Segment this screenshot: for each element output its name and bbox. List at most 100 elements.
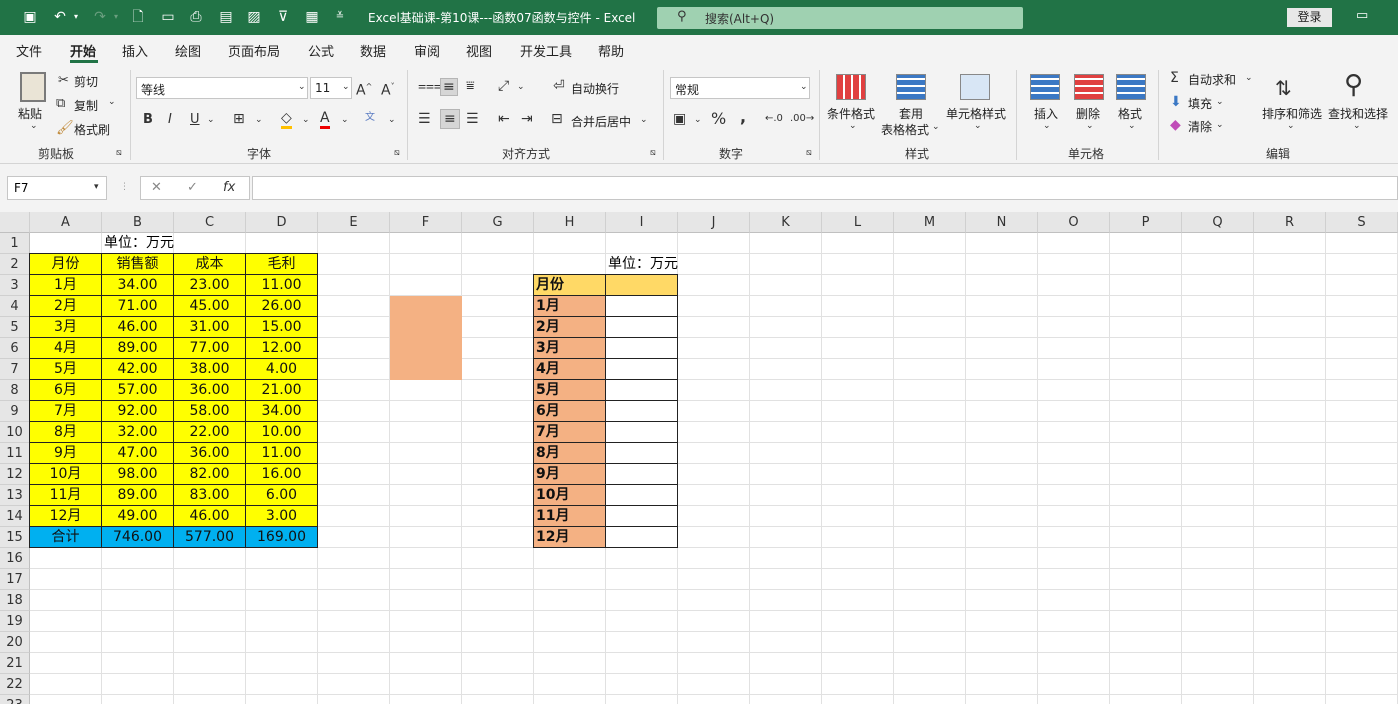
table-cell[interactable]: 12月 [29,505,102,527]
paste-dropdown-icon[interactable]: ⌄ [30,121,38,131]
table-icon[interactable]: ▦ [302,7,322,27]
undo-dropdown-icon[interactable]: ▾ [66,7,86,27]
right-table-month[interactable]: 9月 [533,463,606,485]
table-cell[interactable]: 71.00 [101,295,174,317]
format-painter-icon[interactable]: 🖌 [56,120,74,136]
conditional-format-dropdown-icon[interactable]: ⌄ [849,121,857,131]
row-header-16[interactable]: 16 [0,548,30,569]
underline-dropdown-icon[interactable]: ⌄ [207,115,215,125]
ribbon-display-icon[interactable]: ▭ [1356,8,1368,23]
format-dropdown-icon[interactable]: ⌄ [1128,121,1136,131]
delete-cells-button[interactable]: 删除 [1076,105,1100,122]
phonetic-icon[interactable]: 文 [365,110,375,126]
column-header-G[interactable]: G [462,212,534,233]
orientation-icon[interactable]: ⤢ [498,78,509,94]
row-header-18[interactable]: 18 [0,590,30,611]
row-header-9[interactable]: 9 [0,401,30,422]
right-unit-label[interactable]: 单位：万元 [608,254,678,275]
column-header-E[interactable]: E [318,212,390,233]
number-format-select[interactable]: 常规 [670,77,810,99]
table-cell[interactable]: 4.00 [245,358,318,380]
row-header-3[interactable]: 3 [0,275,30,296]
accounting-icon[interactable]: ▣ [673,111,686,127]
table-header-cell[interactable]: 成本 [173,253,246,275]
font-launcher-icon[interactable]: ⧅ [394,148,400,158]
table-cell[interactable]: 89.00 [101,337,174,359]
conditional-format-icon[interactable] [836,74,866,100]
table-cell[interactable]: 10.00 [245,421,318,443]
right-table-month[interactable]: 7月 [533,421,606,443]
table-cell[interactable]: 23.00 [173,274,246,296]
cut-button[interactable]: 剪切 [74,73,98,90]
align-bottom-icon[interactable]: ⩸ [466,78,475,94]
column-header-D[interactable]: D [246,212,318,233]
name-box[interactable]: F7 [7,176,107,200]
table-cell[interactable]: 46.00 [101,316,174,338]
formula-input[interactable] [252,176,1398,200]
cut-icon[interactable]: ✂ [58,73,69,89]
autosum-dropdown-icon[interactable]: ⌄ [1245,73,1253,83]
insert-cells-button[interactable]: 插入 [1034,105,1058,122]
table-cell[interactable]: 89.00 [101,484,174,506]
table-cell[interactable]: 21.00 [245,379,318,401]
row-header-21[interactable]: 21 [0,653,30,674]
right-table-month[interactable]: 10月 [533,484,606,506]
font-size-dropdown-icon[interactable]: ⌄ [342,82,350,92]
phonetic-dropdown-icon[interactable]: ⌄ [388,115,396,125]
right-table-value[interactable] [605,463,678,485]
highlighted-cell-block[interactable] [390,296,462,380]
underline-button[interactable]: U [190,112,200,128]
table-cell[interactable]: 6.00 [245,484,318,506]
tab-help[interactable]: 帮助 [598,41,624,60]
table-cell[interactable]: 10月 [29,463,102,485]
total-cell[interactable]: 746.00 [101,526,174,548]
right-table-month[interactable]: 4月 [533,358,606,380]
tab-home[interactable]: 开始 [70,41,96,60]
table-cell[interactable]: 22.00 [173,421,246,443]
delete-dropdown-icon[interactable]: ⌄ [1086,121,1094,131]
filter-icon[interactable]: ⊽ [273,7,293,27]
accounting-dropdown-icon[interactable]: ⌄ [694,115,702,125]
alignment-launcher-icon[interactable]: ⧅ [650,148,656,158]
number-format-dropdown-icon[interactable]: ⌄ [800,82,808,92]
table-cell[interactable]: 7月 [29,400,102,422]
row-header-7[interactable]: 7 [0,359,30,380]
right-table-month[interactable]: 11月 [533,505,606,527]
tab-developer[interactable]: 开发工具 [520,41,572,60]
row-header-22[interactable]: 22 [0,674,30,695]
increase-indent-icon[interactable]: ⇥ [521,111,533,127]
table-cell[interactable]: 12.00 [245,337,318,359]
table-cell[interactable]: 9月 [29,442,102,464]
format-cells-icon[interactable] [1116,74,1146,100]
table-cell[interactable]: 83.00 [173,484,246,506]
wrap-text-button[interactable]: 自动换行 [571,80,619,97]
table-cell[interactable]: 2月 [29,295,102,317]
table-cell[interactable]: 8月 [29,421,102,443]
table-cell[interactable]: 45.00 [173,295,246,317]
table-cell[interactable]: 82.00 [173,463,246,485]
decrease-decimal-icon[interactable]: .00→ [790,111,814,127]
clipboard-launcher-icon[interactable]: ⧅ [116,148,122,158]
row-header-12[interactable]: 12 [0,464,30,485]
right-table-value[interactable] [605,526,678,548]
clear-button[interactable]: 清除 [1188,118,1212,135]
right-table-value[interactable] [605,442,678,464]
table-cell[interactable]: 98.00 [101,463,174,485]
font-color-icon[interactable]: A [320,110,330,129]
column-header-J[interactable]: J [678,212,750,233]
row-header-8[interactable]: 8 [0,380,30,401]
column-header-R[interactable]: R [1254,212,1326,233]
sort-filter-dropdown-icon[interactable]: ⌄ [1287,121,1295,131]
column-header-S[interactable]: S [1326,212,1398,233]
right-table-month[interactable]: 8月 [533,442,606,464]
row-header-14[interactable]: 14 [0,506,30,527]
table-cell[interactable]: 26.00 [245,295,318,317]
table-cell[interactable]: 11.00 [245,442,318,464]
table-cell[interactable]: 34.00 [101,274,174,296]
insert-function-button[interactable]: fx [223,180,235,195]
table-cell[interactable]: 5月 [29,358,102,380]
row-header-11[interactable]: 11 [0,443,30,464]
row-header-17[interactable]: 17 [0,569,30,590]
column-header-P[interactable]: P [1110,212,1182,233]
format-as-table-icon[interactable] [896,74,926,100]
